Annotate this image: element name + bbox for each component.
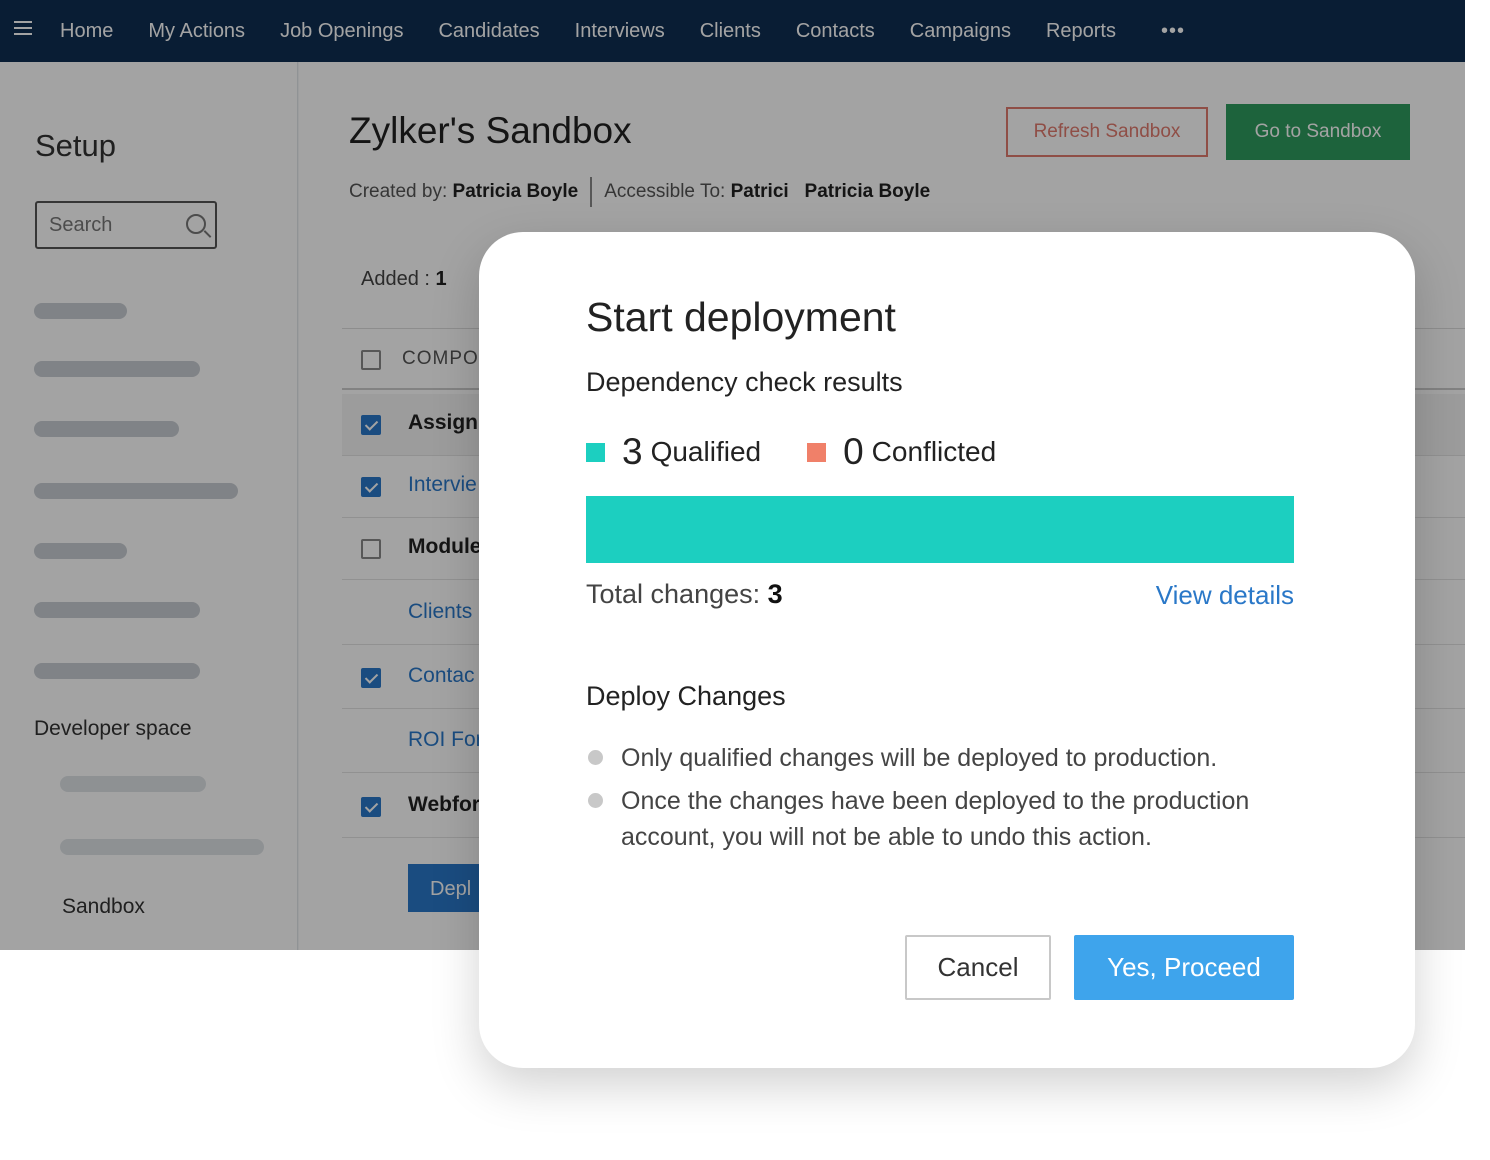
- conflicted-count: 0: [843, 431, 864, 472]
- dialog-subtitle: Dependency check results: [586, 367, 903, 397]
- conflicted-legend: 0 Conflicted: [807, 431, 996, 473]
- deploy-note-text: Once the changes have been deployed to t…: [621, 786, 1250, 852]
- qualified-bar-fill: [586, 496, 1294, 563]
- view-details-link[interactable]: View details: [1156, 580, 1294, 611]
- dialog-title: Start deployment: [586, 294, 896, 340]
- deploy-note: Only qualified changes will be deployed …: [586, 740, 1286, 777]
- total-changes-value: 3: [767, 579, 783, 609]
- qualified-count: 3: [622, 431, 643, 472]
- qualified-label: Qualified: [650, 436, 762, 467]
- deploy-note: Once the changes have been deployed to t…: [586, 783, 1286, 856]
- bullet-dot-icon: [588, 792, 603, 808]
- qualified-swatch: [586, 442, 605, 462]
- dependency-progress-bar: [586, 496, 1294, 563]
- yes-proceed-button[interactable]: Yes, Proceed: [1074, 935, 1294, 1000]
- total-changes-label: Total changes:: [586, 579, 761, 609]
- qualified-legend: 3 Qualified: [586, 431, 761, 473]
- cancel-button[interactable]: Cancel: [905, 935, 1051, 1000]
- deploy-notes: Only qualified changes will be deployed …: [586, 740, 1286, 862]
- conflicted-swatch: [807, 442, 827, 462]
- deploy-changes-heading: Deploy Changes: [586, 681, 786, 711]
- bullet-dot-icon: [588, 750, 603, 765]
- total-changes: Total changes: 3: [586, 579, 783, 610]
- deploy-note-text: Only qualified changes will be deployed …: [621, 744, 1218, 772]
- conflicted-label: Conflicted: [871, 436, 997, 467]
- dependency-legend: 3 Qualified 0 Conflicted: [586, 430, 996, 474]
- start-deployment-dialog: Start deployment Dependency check result…: [479, 232, 1415, 1068]
